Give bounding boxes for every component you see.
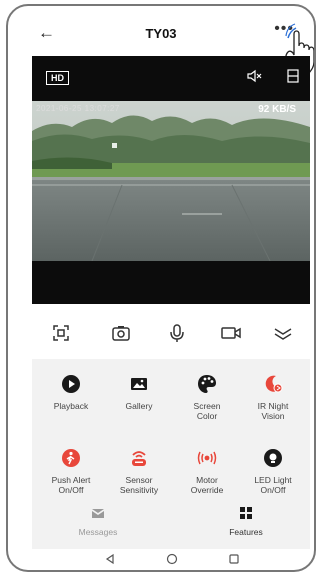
video-record-icon [221,327,241,339]
feature-led-light[interactable]: LED Light On/Off [238,447,308,495]
header: ← TY03 ••• [8,6,314,75]
phone-frame: ← TY03 ••• HD 2021-06-25 13:07:27 92 KB/… [6,4,316,572]
nav-home-icon[interactable] [166,552,178,570]
camera-icon [112,326,130,341]
microphone-icon [170,324,184,342]
palette-icon [196,373,218,395]
snapshot-button[interactable] [106,318,136,348]
feature-screen-color[interactable]: Screen Color [172,373,242,421]
camera-live-view[interactable]: HD 2021-06-25 13:07:27 92 KB/S [32,56,310,304]
bitrate-label: 92 KB/S [258,104,296,115]
video-timestamp: 2021-06-25 13:07:27 [36,104,120,113]
nav-recents-icon[interactable] [228,552,240,570]
bottom-tabs: Messages Features [32,506,310,542]
chevron-down-icon [274,328,292,340]
camera-controls [32,318,310,348]
feature-sensor-sensitivity[interactable]: Sensor Sensitivity [104,447,174,495]
mute-icon[interactable] [246,69,262,83]
screenshot-button[interactable] [46,318,76,348]
talk-button[interactable] [162,318,192,348]
feature-ir-night-vision[interactable]: IR Night Vision [238,373,308,421]
nav-back-icon[interactable] [104,552,116,570]
feature-motor-override[interactable]: Motor Override [172,447,242,495]
tab-features[interactable]: Features [206,506,286,537]
system-nav-bar [32,546,310,570]
ir-night-icon [262,373,284,395]
gallery-icon [128,373,150,395]
feature-playback[interactable]: Playback [36,373,106,411]
feature-push-alert[interactable]: Push Alert On/Off [36,447,106,495]
motor-icon [196,447,218,469]
feature-gallery[interactable]: Gallery [104,373,174,411]
landscape-icon[interactable] [286,69,300,83]
record-button[interactable] [216,318,246,348]
tab-messages[interactable]: Messages [58,506,138,537]
expand-button[interactable] [268,318,298,348]
screenshot-icon [53,325,69,341]
hd-badge[interactable]: HD [46,71,69,85]
features-icon [240,507,252,519]
led-light-icon [262,447,284,469]
page-title: TY03 [145,26,177,41]
play-icon [60,373,82,395]
person-alert-icon [60,447,82,469]
camera-frame-image [32,101,310,261]
messages-icon [92,509,104,518]
sensor-icon [128,447,150,469]
